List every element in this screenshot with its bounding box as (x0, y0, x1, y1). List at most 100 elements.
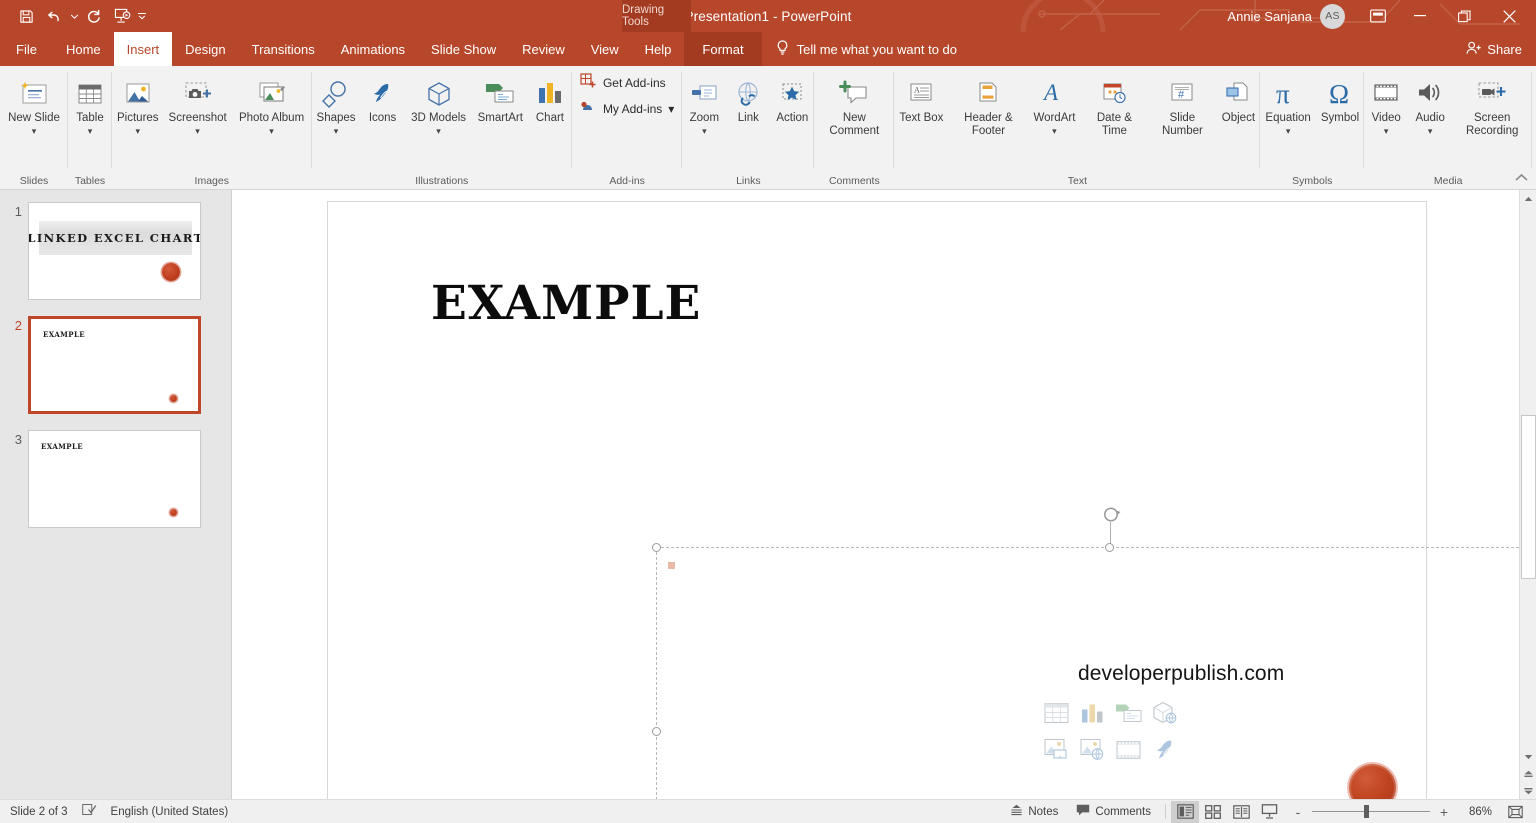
object-button[interactable]: Object (1216, 72, 1260, 125)
my-addins-dropdown-icon[interactable]: ▾ (668, 102, 674, 116)
insert-video-icon[interactable] (1110, 732, 1146, 768)
online-pictures-icon[interactable] (1074, 732, 1110, 768)
resize-handle-top-left[interactable] (652, 543, 661, 552)
new-comment-button[interactable]: New Comment (814, 72, 894, 138)
zoom-in-button[interactable]: + (1439, 804, 1449, 820)
insert-chart-icon[interactable] (1074, 695, 1110, 731)
pictures-button[interactable]: Pictures ▾ (112, 72, 164, 138)
equation-button[interactable]: π Equation ▾ (1260, 72, 1315, 138)
slide-thumbnail-1[interactable]: LINKED EXCEL CHART (28, 202, 201, 300)
tab-help[interactable]: Help (632, 32, 685, 66)
text-box-button[interactable]: A Text Box (894, 72, 948, 125)
restore-icon[interactable] (1442, 0, 1487, 32)
thumbnail-row-3[interactable]: 3 EXAMPLE (0, 430, 231, 528)
title-bar: Presentation1 - PowerPoint Drawing Tools… (0, 0, 1536, 32)
slide-counter[interactable]: Slide 2 of 3 (10, 806, 68, 818)
get-addins-button[interactable]: Get Add-ins (572, 70, 674, 96)
zoom-button[interactable]: Zoom ▾ (682, 72, 726, 138)
language-indicator[interactable]: English (United States) (111, 806, 229, 818)
audio-button[interactable]: Audio ▾ (1408, 72, 1452, 138)
fit-slide-to-window-button[interactable] (1502, 805, 1528, 819)
slide-show-button[interactable] (1255, 801, 1283, 823)
vertical-scrollbar[interactable] (1519, 190, 1536, 799)
previous-slide-button[interactable] (1519, 765, 1536, 782)
start-from-beginning-icon[interactable] (108, 3, 136, 29)
slide-sorter-view-button[interactable] (1199, 801, 1227, 823)
insert-table-icon[interactable] (1038, 695, 1074, 731)
smartart-button[interactable]: SmartArt (473, 72, 528, 125)
zoom-level[interactable]: 86% (1458, 806, 1492, 818)
date-time-button[interactable]: Date & Time (1080, 72, 1148, 138)
slide-number-button[interactable]: # Slide Number (1148, 72, 1216, 138)
tab-review[interactable]: Review (509, 32, 578, 66)
minimize-icon[interactable] (1397, 0, 1442, 32)
header-footer-button[interactable]: Header & Footer (948, 72, 1028, 138)
tab-file[interactable]: File (0, 32, 53, 66)
status-bar-right: Notes Comments - + 86% (1001, 800, 1536, 823)
wordart-button[interactable]: A WordArt ▾ (1028, 72, 1080, 138)
table-button[interactable]: Table ▾ (68, 72, 112, 138)
screenshot-button[interactable]: Screenshot ▾ (164, 72, 232, 138)
screen-recording-button[interactable]: Screen Recording (1452, 72, 1532, 138)
scrollbar-track[interactable] (1519, 207, 1536, 748)
rotate-handle[interactable] (1103, 505, 1122, 524)
insert-icons-icon[interactable] (1146, 732, 1182, 768)
scroll-down-button[interactable] (1519, 748, 1536, 765)
account-name[interactable]: Annie Sanjana (1227, 9, 1312, 24)
resize-handle-middle-left[interactable] (652, 727, 661, 736)
wordart-icon: A (1039, 75, 1069, 109)
thumbnail-row-2[interactable]: 2 EXAMPLE (0, 316, 231, 414)
notes-button[interactable]: Notes (1001, 800, 1067, 823)
undo-icon[interactable] (40, 3, 68, 29)
tab-design[interactable]: Design (172, 32, 238, 66)
tab-insert[interactable]: Insert (113, 32, 173, 66)
chart-button[interactable]: Chart (528, 72, 572, 125)
tab-home[interactable]: Home (53, 32, 114, 66)
three-d-models-button[interactable]: 3D Models ▾ (405, 72, 473, 138)
close-icon[interactable] (1487, 0, 1532, 32)
content-placeholder[interactable] (656, 547, 1536, 799)
slide-thumbnail-pane[interactable]: 1 LINKED EXCEL CHART 2 EXAMPLE 3 EXAMPLE (0, 190, 232, 799)
insert-smartart-icon[interactable] (1110, 695, 1146, 731)
comments-button[interactable]: Comments (1067, 800, 1160, 823)
zoom-slider-knob[interactable] (1364, 805, 1369, 818)
scrollbar-thumb[interactable] (1520, 415, 1536, 579)
avatar[interactable]: AS (1320, 3, 1345, 29)
tab-animations[interactable]: Animations (328, 32, 418, 66)
collapse-ribbon-button[interactable] (1515, 173, 1528, 185)
save-icon[interactable] (12, 3, 40, 29)
tab-slide-show[interactable]: Slide Show (418, 32, 509, 66)
tell-me-search[interactable]: Tell me what you want to do (762, 32, 971, 66)
normal-view-button[interactable] (1171, 800, 1199, 823)
next-slide-button[interactable] (1519, 782, 1536, 799)
pictures-placeholder-icon[interactable] (1038, 732, 1074, 768)
reading-view-button[interactable] (1227, 801, 1255, 823)
slide-title-text[interactable]: EXAMPLE (431, 280, 701, 327)
link-button[interactable]: Link (726, 72, 770, 125)
insert-3d-model-icon[interactable] (1146, 695, 1182, 731)
customize-quick-access-toolbar-icon[interactable] (136, 3, 148, 29)
redo-icon[interactable] (80, 3, 108, 29)
accessibility-checker-icon[interactable] (81, 803, 97, 820)
photo-album-button[interactable]: Photo Album ▾ (232, 72, 312, 138)
shapes-button[interactable]: Shapes ▾ (312, 72, 361, 138)
scroll-up-button[interactable] (1519, 190, 1536, 207)
undo-dropdown-icon[interactable] (68, 3, 80, 29)
action-button[interactable]: Action (770, 72, 814, 125)
zoom-out-button[interactable]: - (1293, 804, 1303, 820)
video-button[interactable]: Video ▾ (1364, 72, 1408, 138)
slide-thumbnail-3[interactable]: EXAMPLE (28, 430, 201, 528)
tab-format[interactable]: Format (684, 32, 762, 66)
symbol-button[interactable]: Ω Symbol (1316, 72, 1364, 125)
my-addins-button[interactable]: My Add-ins ▾ (572, 96, 682, 122)
resize-handle-top-center[interactable] (1105, 543, 1114, 552)
new-slide-button[interactable]: New Slide ▾ (0, 72, 68, 138)
zoom-slider[interactable] (1312, 805, 1430, 818)
tab-view[interactable]: View (578, 32, 632, 66)
ribbon-display-options-icon[interactable] (1359, 0, 1397, 32)
tab-transitions[interactable]: Transitions (239, 32, 328, 66)
icons-button[interactable]: Icons (361, 72, 405, 125)
share-button[interactable]: Share (1452, 32, 1536, 66)
slide-thumbnail-2[interactable]: EXAMPLE (28, 316, 201, 414)
thumbnail-row-1[interactable]: 1 LINKED EXCEL CHART (0, 202, 231, 300)
